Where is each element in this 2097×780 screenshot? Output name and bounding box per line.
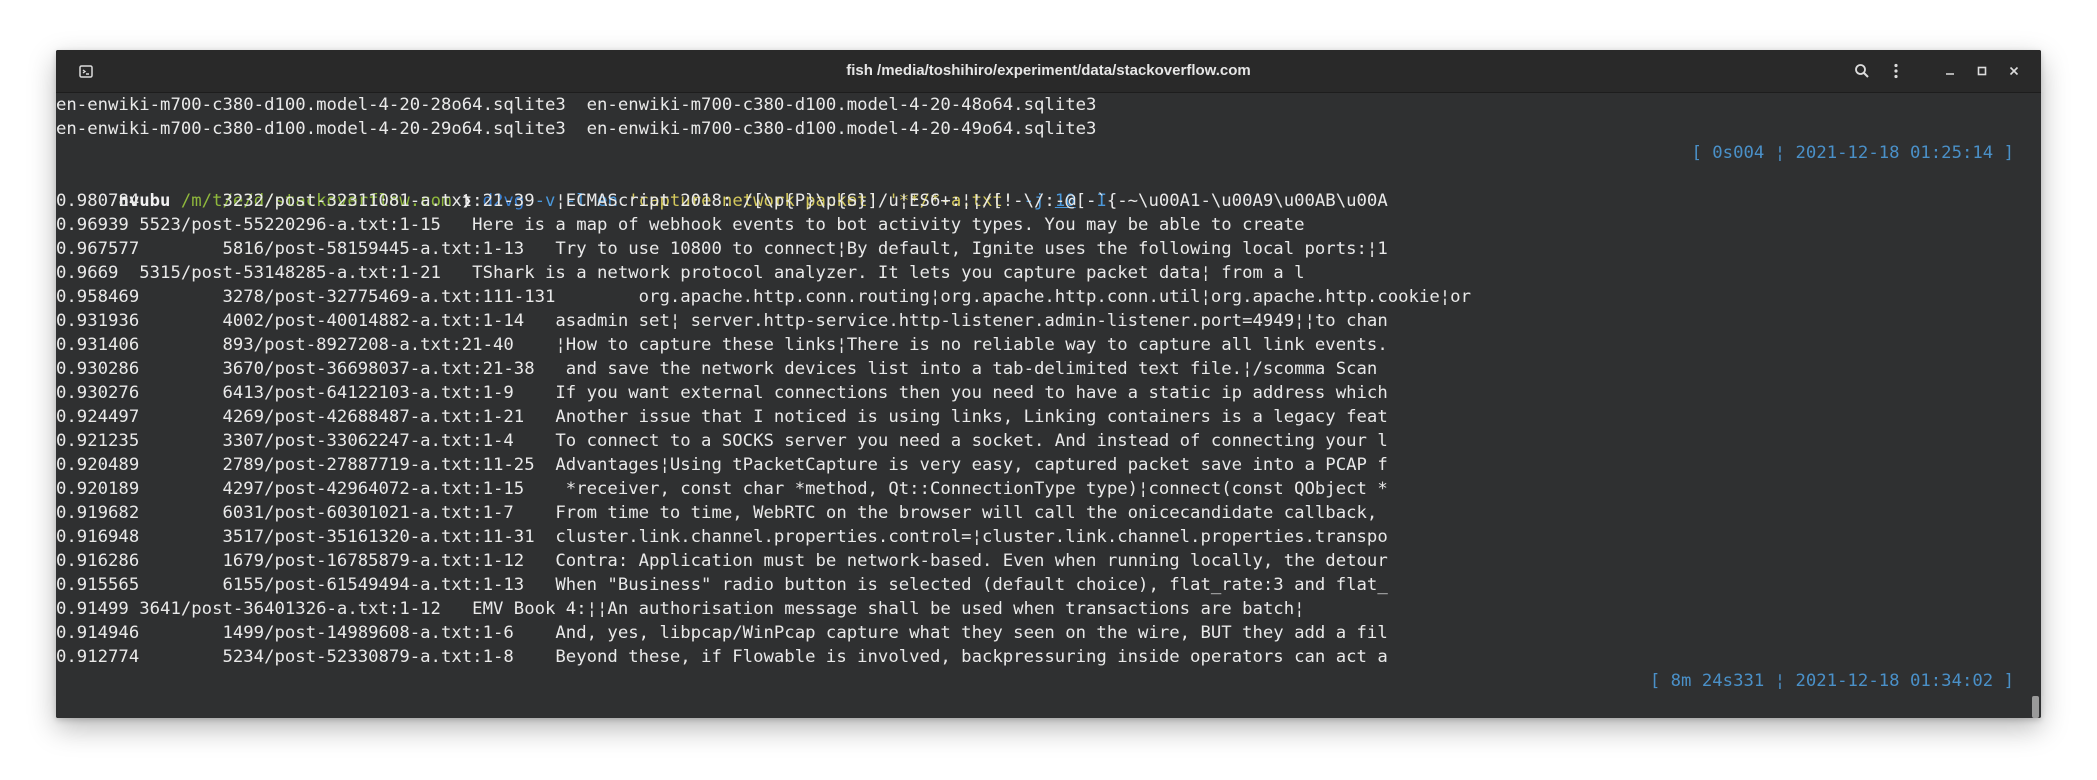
command-status: [ 0s004 ¦ 2021-12-18 01:25:14 ]: [1691, 143, 2014, 163]
result-line: 0.919682 6031/post-60301021-a.txt:1-7 Fr…: [56, 503, 1378, 523]
result-line: 0.930276 6413/post-64122103-a.txt:1-9 If…: [56, 383, 1388, 403]
title-bar: fish /media/toshihiro/experiment/data/st…: [56, 50, 2041, 93]
result-line: 0.96939 5523/post-55220296-a.txt:1-15 He…: [56, 215, 1305, 235]
command-status: [ 8m 24s331 ¦ 2021-12-18 01:34:02 ]: [1649, 671, 2014, 691]
result-line: 0.980784 3232/post-32311081-a.txt:21-39 …: [56, 191, 1388, 211]
result-line: 0.930286 3670/post-36698037-a.txt:21-38 …: [56, 359, 1378, 379]
result-line: 0.921235 3307/post-33062247-a.txt:1-4 To…: [56, 431, 1388, 451]
scrollbar[interactable]: [2031, 93, 2041, 718]
result-line: 0.920489 2789/post-27887719-a.txt:11-25 …: [56, 455, 1388, 475]
result-line: 0.91499 3641/post-36401326-a.txt:1-12 EM…: [56, 599, 1305, 619]
result-line: 0.967577 5816/post-58159445-a.txt:1-13 T…: [56, 239, 1388, 259]
result-line: 0.920189 4297/post-42964072-a.txt:1-15 *…: [56, 479, 1388, 499]
terminal-window: fish /media/toshihiro/experiment/data/st…: [56, 50, 2041, 718]
result-line: 0.9669 5315/post-53148285-a.txt:1-21 TSh…: [56, 263, 1305, 283]
kebab-menu-icon[interactable]: [1882, 50, 1910, 92]
result-line: 0.958469 3278/post-32775469-a.txt:111-13…: [56, 287, 1471, 307]
prompt-line[interactable]: nvubu /m/t/e/d/stackoverflow.com ❯: [56, 693, 472, 717]
result-line: 0.931406 893/post-8927208-a.txt:21-40 ¦H…: [56, 335, 1388, 355]
ls-output-line: en-enwiki-m700-c380-d100.model-4-20-28o6…: [56, 95, 1097, 115]
terminal-output[interactable]: en-enwiki-m700-c380-d100.model-4-20-28o6…: [56, 93, 2041, 718]
maximize-icon[interactable]: [1970, 50, 1994, 92]
scrollbar-thumb[interactable]: [2032, 696, 2039, 718]
result-line: 0.915565 6155/post-61549494-a.txt:1-13 W…: [56, 575, 1388, 595]
minimize-icon[interactable]: [1938, 50, 1962, 92]
result-line: 0.931936 4002/post-40014882-a.txt:1-14 a…: [56, 311, 1388, 331]
search-icon[interactable]: [1848, 50, 1876, 92]
result-line: 0.914946 1499/post-14989608-a.txt:1-6 An…: [56, 623, 1388, 643]
command-line: nvubu /m/t/e/d/stackoverflow.com ❯ d2vg …: [56, 165, 1106, 211]
result-line: 0.924497 4269/post-42688487-a.txt:1-21 A…: [56, 407, 1388, 427]
result-line: 0.916948 3517/post-35161320-a.txt:11-31 …: [56, 527, 1388, 547]
ls-output-line: en-enwiki-m700-c380-d100.model-4-20-29o6…: [56, 119, 1097, 139]
result-line: 0.916286 1679/post-16785879-a.txt:1-12 C…: [56, 551, 1388, 571]
window-title: fish /media/toshihiro/experiment/data/st…: [846, 62, 1251, 79]
close-icon[interactable]: [2002, 50, 2026, 92]
result-line: 0.912774 5234/post-52330879-a.txt:1-8 Be…: [56, 647, 1388, 667]
